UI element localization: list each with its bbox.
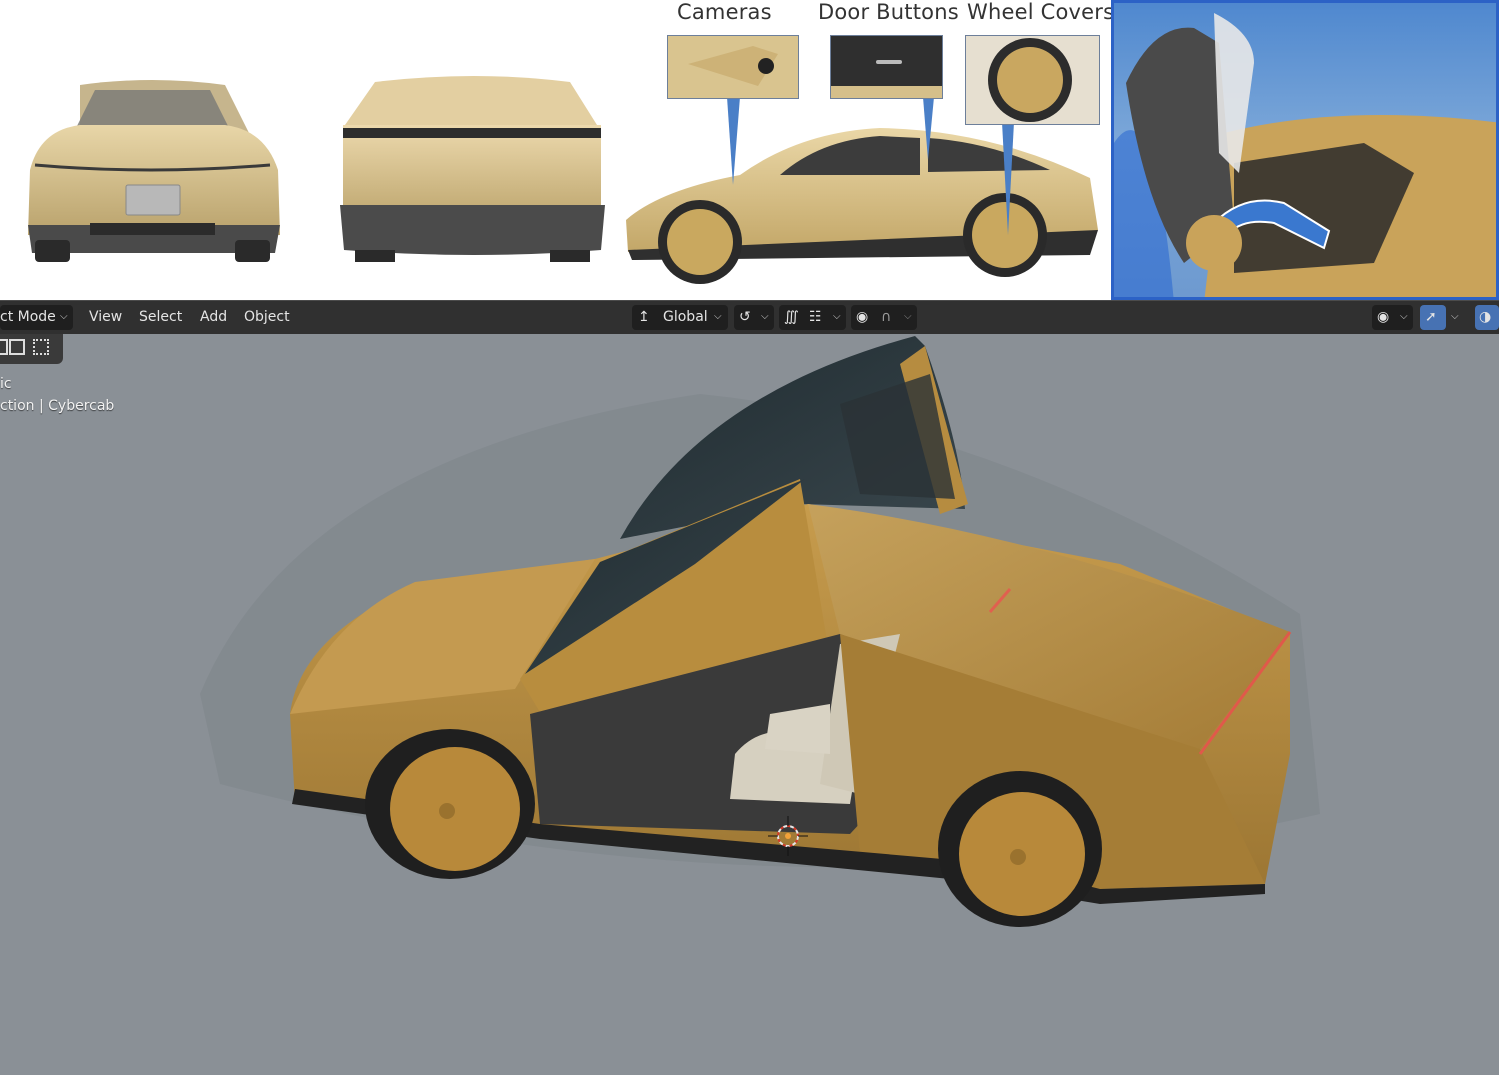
menu-object[interactable]: Object [244,305,290,329]
overlays-toggle[interactable]: ◑ [1475,305,1499,330]
cameras-label: Cameras [677,0,772,24]
front-wheel [365,729,535,879]
mode-selector-label: ct Mode [0,309,56,325]
callout-pointers [727,97,1014,235]
viewport-header: ct Mode ⌵ View Select Add Object ↥ Globa… [0,300,1499,334]
cameras-detail-image [667,35,799,99]
chevron-down-icon: ⌵ [833,311,841,322]
transform-orientation-icon: ↥ [638,309,650,325]
mode-selector[interactable]: ct Mode ⌵ [0,305,73,330]
transform-orientation-label: Global [663,309,708,325]
rear-wheel [938,771,1102,927]
cybercab-model[interactable] [0,334,1499,1075]
chevron-down-icon: ⌵ [714,311,722,322]
door-buttons-label: Door Buttons [818,0,959,24]
menu-select[interactable]: Select [139,305,182,329]
chevron-down-icon: ⌵ [904,311,912,322]
visibility-dropdown[interactable]: ◉ ⌵ [1372,305,1413,330]
pivot-point-icon: ↺ [739,309,751,325]
gizmo-dropdown-chevron-icon[interactable]: ⌵ [1451,305,1459,329]
snapping-group[interactable]: ∭ ☷ ⌵ [779,305,846,330]
reference-sheet: Cameras Door Buttons Wheel Covers [0,0,1499,300]
chevron-down-icon: ⌵ [60,311,68,322]
chevron-down-icon: ⌵ [1400,311,1408,322]
transform-orientation-dropdown[interactable]: ↥ Global ⌵ [632,305,728,330]
menu-add[interactable]: Add [200,305,227,329]
proportional-editing-group[interactable]: ◉ ∩ ⌵ [851,305,917,330]
gizmo-toggle[interactable]: ➚ [1420,305,1446,330]
door-opening-reference-image [1111,0,1499,300]
overlays-icon: ◑ [1479,309,1492,325]
wheel-covers-label: Wheel Covers [967,0,1115,24]
snap-toggle-icon[interactable]: ∭ [784,305,799,329]
gizmo-icon: ➚ [1425,309,1437,325]
eye-icon: ◉ [1377,309,1390,325]
snap-target-icon[interactable]: ☷ [809,305,822,329]
proportional-editing-icon[interactable]: ◉ [856,305,868,329]
pivot-point-dropdown[interactable]: ↺ ⌵ [734,305,774,330]
falloff-curve-icon[interactable]: ∩ [881,305,891,329]
3d-viewport[interactable]: ic ction | Cybercab [0,334,1499,1075]
wheel-covers-detail-image [965,35,1100,125]
menu-view[interactable]: View [89,305,122,329]
door-buttons-detail-image [830,35,943,99]
chevron-down-icon: ⌵ [761,311,769,322]
